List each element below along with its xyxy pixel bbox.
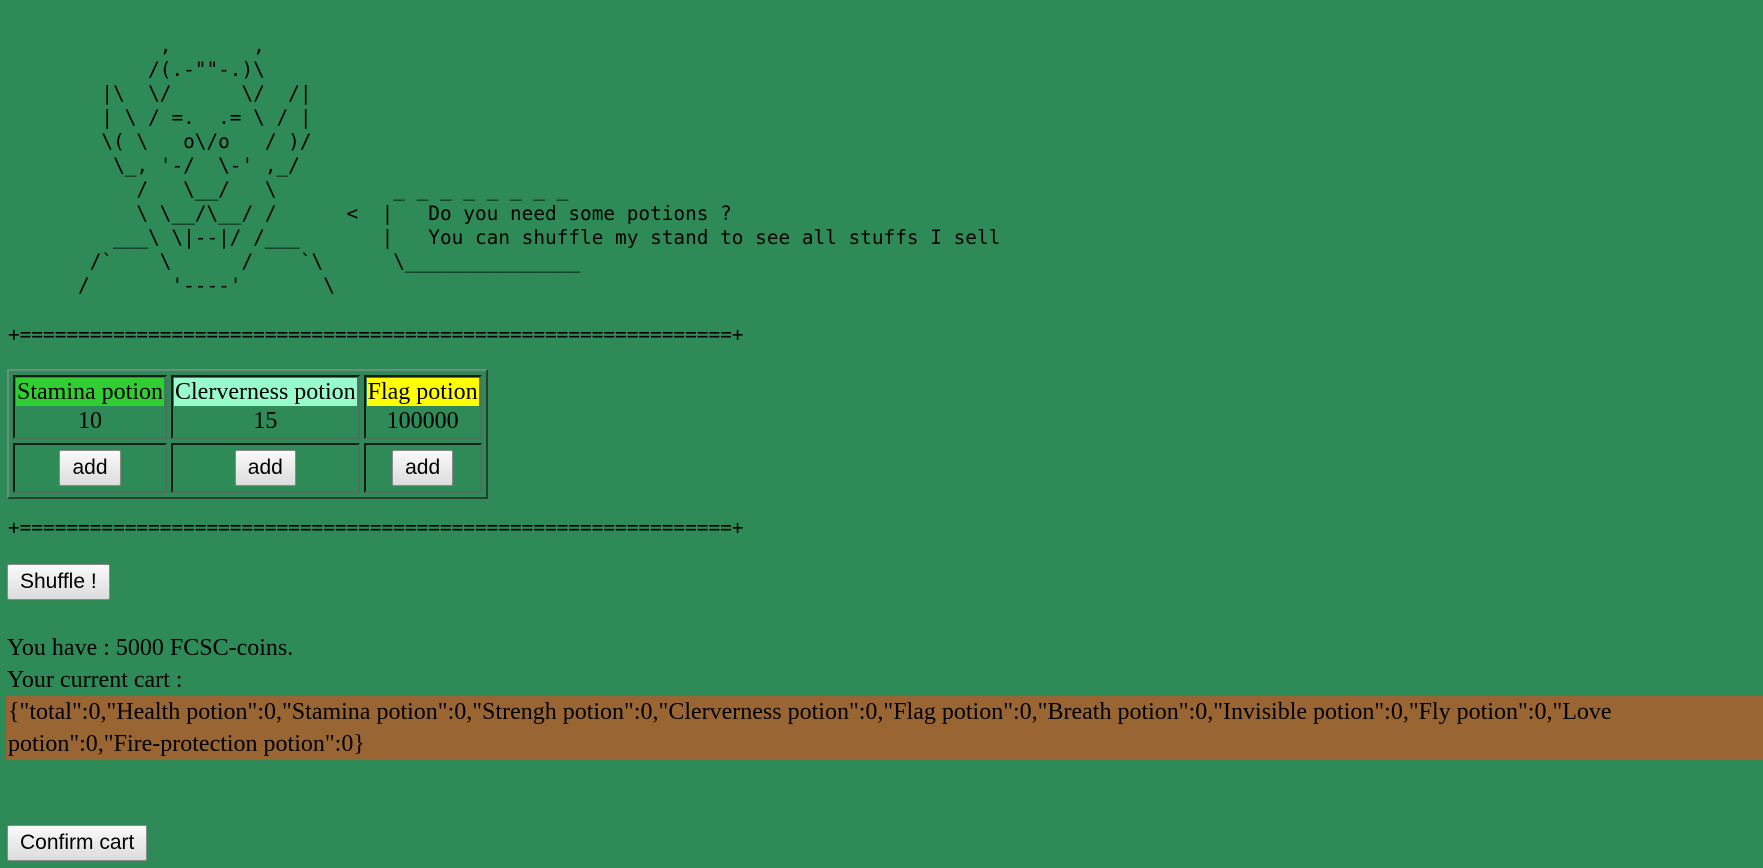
potion-name: Clerverness potion <box>174 378 357 406</box>
cart-label: Your current cart : <box>7 667 183 693</box>
potion-price: 10 <box>78 408 102 434</box>
add-button-row: add add add <box>13 443 482 493</box>
add-flag-potion-button[interactable]: add <box>392 450 454 486</box>
potion-name: Stamina potion <box>16 378 164 406</box>
merchant-ascii-art: , , /(.-""-.)\ |\ \/ \/ /| | \ / =. .= \… <box>78 34 1001 297</box>
add-cell: add <box>13 443 167 493</box>
coins-balance: You have : 5000 FCSC-coins. <box>7 635 294 661</box>
potion-cell-clerverness: Clerverness potion 15 <box>171 375 360 439</box>
add-cell: add <box>171 443 360 493</box>
confirm-cart-button[interactable]: Confirm cart <box>7 825 148 861</box>
shuffle-button[interactable]: Shuffle ! <box>7 564 110 600</box>
potion-price: 15 <box>253 408 278 434</box>
potion-row: Stamina potion 10 Clerverness potion 15 … <box>13 375 482 439</box>
add-stamina-potion-button[interactable]: add <box>59 450 121 486</box>
bottom-separator: +=======================================… <box>8 516 744 539</box>
potion-name: Flag potion <box>366 378 479 406</box>
potion-stand-table: Stamina potion 10 Clerverness potion 15 … <box>7 369 488 499</box>
add-clerverness-potion-button[interactable]: add <box>234 450 296 486</box>
potion-price: 100000 <box>386 408 459 434</box>
top-separator: +=======================================… <box>8 323 744 346</box>
cart-contents: {"total":0,"Health potion":0,"Stamina po… <box>6 696 1763 760</box>
potion-cell-flag: Flag potion 100000 <box>363 375 482 439</box>
potion-cell-stamina: Stamina potion 10 <box>13 375 167 439</box>
add-cell: add <box>363 443 482 493</box>
